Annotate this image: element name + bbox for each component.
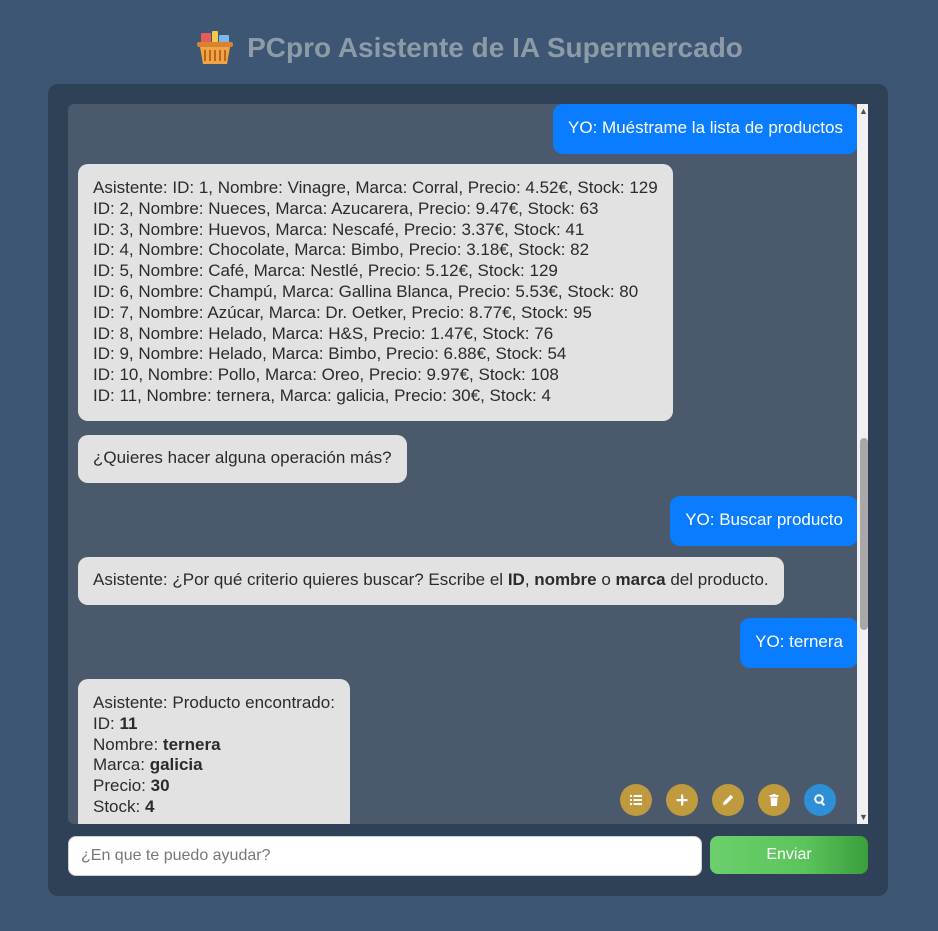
- product-line: ID: 4, Nombre: Chocolate, Marca: Bimbo, …: [93, 240, 590, 260]
- shopping-basket-icon: [195, 30, 235, 66]
- product-line: ID: 7, Nombre: Azúcar, Marca: Dr. Oetker…: [93, 302, 592, 322]
- product-line: ID: 6, Nombre: Champú, Marca: Gallina Bl…: [93, 281, 639, 301]
- field-label: Precio:: [93, 776, 151, 796]
- product-line: ID: 10, Nombre: Pollo, Marca: Oreo, Prec…: [93, 365, 559, 385]
- message-text: YO: Muéstrame la lista de productos: [568, 118, 843, 137]
- message-text: o: [596, 570, 616, 589]
- assistant-message: Asistente: ¿Por qué criterio quieres bus…: [78, 557, 784, 605]
- scroll-up-arrow-icon[interactable]: ▲: [857, 104, 868, 118]
- add-button[interactable]: [666, 784, 698, 816]
- search-button[interactable]: [804, 784, 836, 816]
- page-title: PCpro Asistente de IA Supermercado: [247, 32, 743, 63]
- message-text: Asistente: Producto encontrado:: [93, 693, 335, 712]
- field-value: 11: [119, 713, 138, 733]
- product-line: ID: 8, Nombre: Helado, Marca: H&S, Preci…: [93, 323, 554, 343]
- detail-precio: Precio: 30: [93, 776, 335, 797]
- keyword-id: ID: [507, 570, 525, 589]
- message-text: Asistente: ¿Por qué criterio quieres bus…: [93, 570, 508, 589]
- detail-marca: Marca: galicia: [93, 755, 335, 776]
- list-button[interactable]: [620, 784, 652, 816]
- message-text: ,: [524, 570, 535, 589]
- action-buttons: [620, 784, 836, 816]
- product-line: ID: 2, Nombre: Nueces, Marca: Azucarera,…: [93, 198, 599, 218]
- product-line: ID: 9, Nombre: Helado, Marca: Bimbo, Pre…: [93, 344, 567, 364]
- list-icon: [630, 795, 642, 805]
- edit-button[interactable]: [712, 784, 744, 816]
- chat-scrollbar[interactable]: ▲ ▼: [857, 104, 868, 824]
- message-text: YO: Buscar producto: [685, 510, 843, 529]
- message-input[interactable]: [68, 836, 702, 876]
- field-value: 30: [150, 776, 170, 796]
- send-button[interactable]: Enviar: [710, 836, 868, 874]
- detail-id: ID: 11: [93, 714, 335, 735]
- assistant-message: Asistente: ID: 1, Nombre: Vinagre, Marca…: [78, 164, 673, 421]
- keyword-marca: marca: [615, 570, 666, 589]
- delete-button[interactable]: [758, 784, 790, 816]
- chat-log[interactable]: YO: Muéstrame la lista de productos Asis…: [68, 104, 868, 824]
- product-line: ID: 11, Nombre: ternera, Marca: galicia,…: [93, 385, 551, 405]
- scroll-down-arrow-icon[interactable]: ▼: [857, 810, 868, 824]
- field-label: Marca:: [93, 755, 150, 775]
- field-value: galicia: [149, 755, 203, 775]
- message-text: ¿Quieres hacer alguna operación más?: [93, 448, 392, 467]
- trash-icon: [769, 794, 779, 806]
- product-line: ID: 5, Nombre: Café, Marca: Nestlé, Prec…: [93, 261, 558, 281]
- app-header: PCpro Asistente de IA Supermercado: [0, 28, 938, 68]
- field-label: Stock:: [93, 796, 145, 816]
- field-value: ternera: [162, 734, 221, 754]
- scroll-thumb[interactable]: [860, 438, 868, 630]
- message-text: YO: ternera: [755, 632, 843, 651]
- pencil-icon: [723, 794, 734, 805]
- user-message: YO: Muéstrame la lista de productos: [553, 104, 858, 154]
- message-text: del producto.: [665, 570, 769, 589]
- field-value: 4: [144, 796, 155, 816]
- field-label: ID:: [93, 713, 120, 733]
- product-line: Asistente: ID: 1, Nombre: Vinagre, Marca…: [93, 178, 658, 197]
- composer: Enviar: [68, 836, 868, 876]
- user-message: YO: ternera: [740, 618, 858, 668]
- plus-icon: [676, 794, 688, 806]
- detail-nombre: Nombre: ternera: [93, 735, 335, 756]
- keyword-nombre: nombre: [534, 570, 597, 589]
- user-message: YO: Buscar producto: [670, 496, 858, 546]
- assistant-message: ¿Quieres hacer alguna operación más?: [78, 435, 407, 483]
- detail-stock: Stock: 4: [93, 797, 335, 818]
- field-label: Nombre:: [93, 734, 163, 754]
- chat-panel: YO: Muéstrame la lista de productos Asis…: [48, 84, 888, 896]
- product-line: ID: 3, Nombre: Huevos, Marca: Nescafé, P…: [93, 219, 585, 239]
- search-icon: [814, 794, 826, 807]
- assistant-message: Asistente: Producto encontrado: ID: 11 N…: [78, 679, 350, 824]
